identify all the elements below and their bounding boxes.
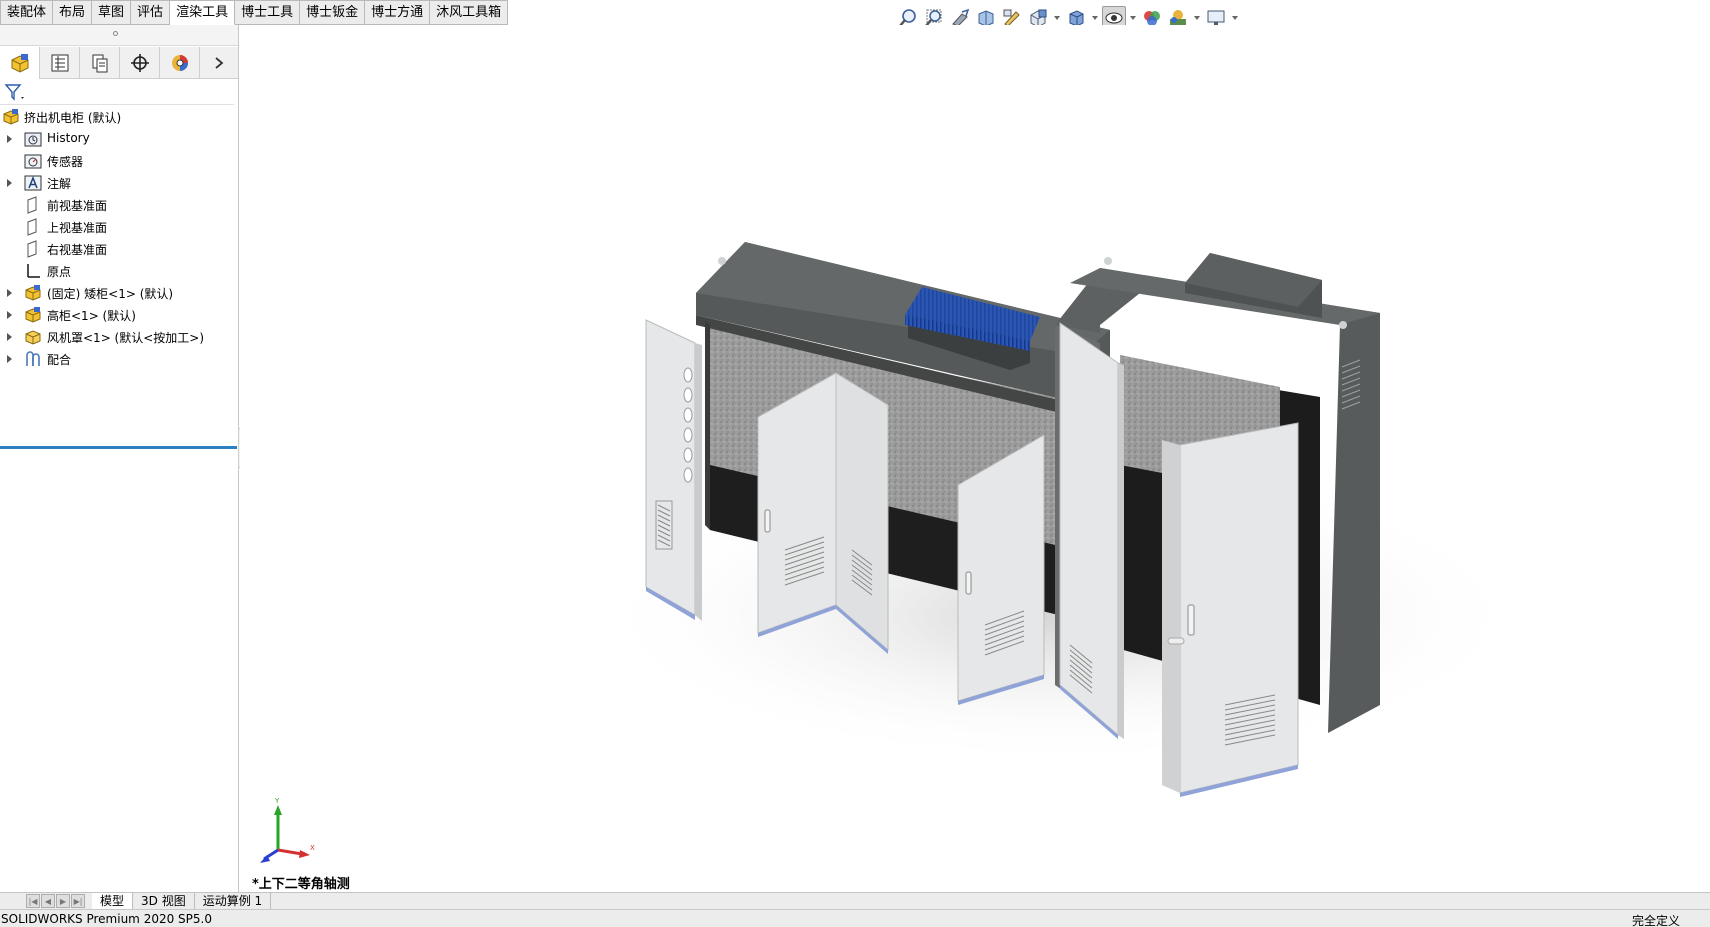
dimxpertmanager-tab[interactable] [120,47,160,79]
tree-item-annotations[interactable]: 注解 [0,172,238,194]
tab-3d-view[interactable]: 3D 视图 [133,892,195,910]
displaymanager-tab[interactable] [160,47,200,79]
tab-scroll-arrows: |◀ ◀ ▶ ▶| [26,894,86,908]
tree-item-label: 原点 [47,265,72,279]
tab-boshi-tube[interactable]: 博士方通 [365,0,431,25]
more-tabs-chevron-icon[interactable] [200,47,238,79]
tree-item-right-plane[interactable]: 右视基准面 [0,238,238,260]
expand-arrow-icon [7,311,12,319]
tab-mufeng-toolbox[interactable]: 沐风工具箱 [430,0,509,25]
tree-item-label: 上视基准面 [47,221,108,235]
displaymanager-icon [171,55,188,71]
expand-arrow-icon [7,135,12,143]
tab-layout[interactable]: 布局 [53,0,93,25]
tree-item-label: 配合 [47,353,72,367]
history-folder-icon [24,132,42,147]
tree-item-label: 前视基准面 [47,199,108,213]
tree-item-label: 注解 [47,177,72,191]
tree-item-origin[interactable]: 原点 [0,260,238,282]
expand-arrow-icon [7,289,12,297]
propertymanager-tab[interactable] [40,47,80,79]
reference-triad-icon: Y X [260,797,315,863]
featuremanager-panel: 挤出机电柜 (默认) History 传感器 注解 前视基准面 上视基准面 右视… [0,25,239,893]
tree-item-top-plane[interactable]: 上视基准面 [0,216,238,238]
cabinet-model[interactable] [240,25,1710,893]
tree-item-label: 风机罩<1> (默认<按加工>) [47,331,205,345]
tree-item-history[interactable]: History [0,128,238,150]
part-icon [25,330,41,345]
tree-item-label: 传感器 [47,155,84,169]
tab-model[interactable]: 模型 [92,892,134,910]
command-manager-tabs: 装配体 布局 草图 评估 渲染工具 博士工具 博士钣金 博士方通 沐风工具箱 [0,0,509,25]
plane-icon [27,240,37,258]
triad-y-label: Y [274,797,280,805]
prev-tab-arrow-icon[interactable]: ◀ [41,894,55,908]
filter-icon[interactable] [4,82,28,104]
last-tab-arrow-icon[interactable]: ▶| [71,894,85,908]
crosshair-icon [130,54,149,72]
view-orientation-label: *上下二等角轴测 [252,877,350,892]
tree-item-short-cabinet[interactable]: (固定) 矮柜<1> (默认) [0,282,238,304]
manager-tabs [0,47,238,79]
next-tab-arrow-icon[interactable]: ▶ [56,894,70,908]
expand-arrow-icon [7,179,12,187]
tree-filter-row [0,79,234,105]
tree-item-fan-cover[interactable]: 风机罩<1> (默认<按加工>) [0,326,238,348]
plane-icon [27,218,37,236]
status-bar: SOLIDWORKS Premium 2020 SP5.0 完全定义 [0,909,1710,927]
tree-item-label: History [47,131,90,145]
tab-render-tools[interactable]: 渲染工具 [170,0,236,25]
tab-sketch[interactable]: 草图 [92,0,132,25]
tree-root-assembly[interactable]: 挤出机电柜 (默认) [0,106,238,128]
annotation-icon [24,175,42,191]
mates-icon [26,351,40,366]
rollback-bar[interactable] [0,446,237,449]
tree-item-sensors[interactable]: 传感器 [0,150,238,172]
tab-boshi-sheetmetal[interactable]: 博士钣金 [300,0,366,25]
triad-x-label: X [310,844,315,852]
tree-item-tall-cabinet[interactable]: 高柜<1> (默认) [0,304,238,326]
configurationmanager-tab[interactable] [80,47,120,79]
expand-arrow-icon [7,333,12,341]
feature-tree: 挤出机电柜 (默认) History 传感器 注解 前视基准面 上视基准面 右视… [0,106,238,449]
model-view-tabs: |◀ ◀ ▶ ▶| 模型 3D 视图 运动算例 1 [0,892,1710,910]
sensor-icon [24,154,42,169]
tab-motion-study[interactable]: 运动算例 1 [195,892,272,910]
tree-item-label: 右视基准面 [47,243,108,257]
expand-arrow-icon [7,355,12,363]
plane-icon [27,196,37,214]
featuremanager-icon [11,54,28,73]
configurationmanager-icon [92,54,107,73]
graphics-area[interactable]: *上下二等角轴测 Y X [240,25,1710,893]
tree-item-label: (固定) 矮柜<1> (默认) [47,287,174,301]
first-tab-arrow-icon[interactable]: |◀ [26,894,40,908]
tree-item-label: 高柜<1> (默认) [47,309,136,323]
part-icon [25,285,41,301]
panel-grip[interactable] [0,25,238,46]
definition-status: 完全定义 [1631,914,1680,927]
tree-root-label: 挤出机电柜 (默认) [24,111,122,125]
featuremanager-tab[interactable] [0,47,40,79]
solidworks-window: 装配体 布局 草图 评估 渲染工具 博士工具 博士钣金 博士方通 沐风工具箱 挤… [0,0,1710,927]
tab-boshi-tools[interactable]: 博士工具 [235,0,301,25]
propertymanager-icon [51,54,68,72]
origin-icon [27,264,40,278]
tab-assembly[interactable]: 装配体 [0,0,54,25]
product-version: SOLIDWORKS Premium 2020 SP5.0 [1,912,212,926]
assembly-icon [3,109,19,125]
tree-item-mates[interactable]: 配合 [0,348,238,370]
part-icon [25,307,41,323]
tree-item-front-plane[interactable]: 前视基准面 [0,194,238,216]
tab-evaluate[interactable]: 评估 [131,0,171,25]
